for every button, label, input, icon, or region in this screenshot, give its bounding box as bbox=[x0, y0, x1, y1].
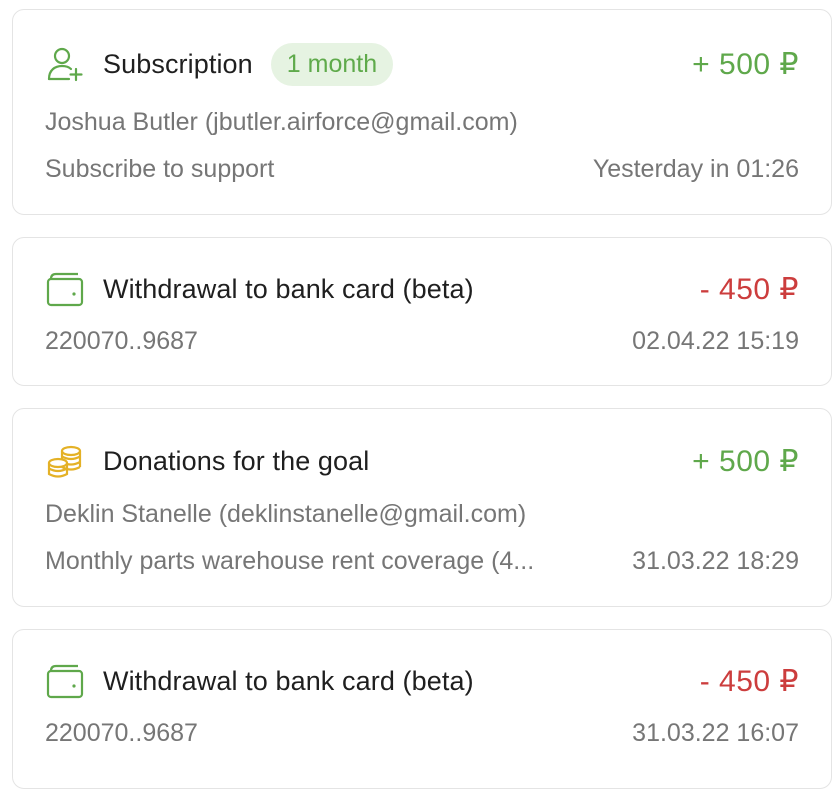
transaction-amount: - 450 ₽ bbox=[699, 664, 799, 698]
user-plus-icon bbox=[45, 44, 85, 84]
coins-icon bbox=[45, 441, 85, 481]
card-number: 220070..9687 bbox=[45, 326, 198, 355]
transaction-title: Donations for the goal bbox=[103, 445, 370, 476]
wallet-icon bbox=[45, 269, 85, 309]
transaction-time: 02.04.22 15:19 bbox=[632, 326, 799, 355]
transaction-amount: + 500 ₽ bbox=[692, 47, 799, 81]
transaction-card[interactable]: Subscription 1 month + 500 ₽ Joshua Butl… bbox=[12, 9, 832, 215]
wallet-icon bbox=[45, 661, 85, 701]
transaction-contact: Deklin Stanelle (deklinstanelle@gmail.co… bbox=[45, 499, 527, 528]
transactions-feed: Subscription 1 month + 500 ₽ Joshua Butl… bbox=[0, 0, 838, 789]
transaction-description: Monthly parts warehouse rent coverage (4… bbox=[45, 546, 535, 575]
transaction-amount: - 450 ₽ bbox=[699, 272, 799, 306]
transaction-time: 31.03.22 18:29 bbox=[632, 546, 799, 575]
transaction-amount: + 500 ₽ bbox=[692, 444, 799, 478]
transaction-title: Withdrawal to bank card (beta) bbox=[103, 273, 474, 304]
transaction-description: Subscribe to support bbox=[45, 154, 275, 183]
transaction-title: Subscription bbox=[103, 48, 253, 79]
transaction-card[interactable]: Donations for the goal + 500 ₽ Deklin St… bbox=[12, 408, 832, 607]
transaction-title: Withdrawal to bank card (beta) bbox=[103, 665, 474, 696]
transaction-time: Yesterday in 01:26 bbox=[592, 154, 799, 183]
transaction-card[interactable]: Withdrawal to bank card (beta) - 450 ₽ 2… bbox=[12, 237, 832, 386]
transaction-contact: Joshua Butler (jbutler.airforce@gmail.co… bbox=[45, 107, 518, 136]
subscription-badge: 1 month bbox=[270, 42, 394, 86]
transaction-time: 31.03.22 16:07 bbox=[632, 718, 799, 747]
transaction-card[interactable]: Withdrawal to bank card (beta) - 450 ₽ 2… bbox=[12, 629, 832, 789]
card-number: 220070..9687 bbox=[45, 718, 198, 747]
